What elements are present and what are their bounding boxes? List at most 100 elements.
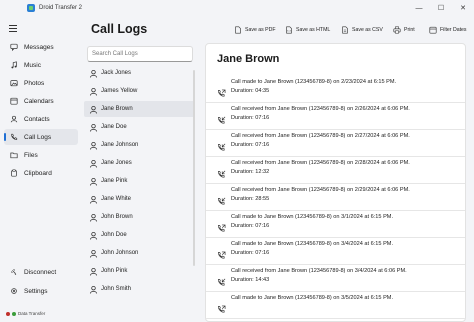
message-icon [9, 43, 18, 52]
person-icon [89, 87, 98, 96]
contact-name: Jane Doe [101, 124, 127, 130]
contact-list-item[interactable]: James Yellow [84, 83, 195, 99]
nav-item-files[interactable]: Files [4, 147, 78, 163]
hamburger-menu-icon[interactable] [9, 25, 17, 32]
person-icon [89, 195, 98, 204]
person-icon [89, 213, 98, 222]
incoming-call-icon [217, 112, 226, 124]
call-description: Call received from Jane Brown (123456789… [231, 106, 410, 112]
contact-list-item[interactable]: John Brown [84, 209, 195, 225]
window-controls: — ☐ ✕ [408, 0, 474, 16]
connection-status: Data Transfer [6, 311, 45, 316]
contact-list-item[interactable]: John Doe [84, 227, 195, 243]
settings-button[interactable]: Settings [4, 283, 78, 299]
save-html-button[interactable]: Save as HTML [285, 25, 330, 35]
filter-dates-label: Filter Dates [440, 27, 467, 33]
nav-item-calendars[interactable]: Calendars [4, 93, 78, 109]
contact-name: John Pink [101, 268, 128, 274]
call-log-entry: Call received from Jane Brown (123456789… [206, 130, 465, 157]
contact-name: Jane Brown [101, 106, 133, 112]
contact-list-item[interactable]: Jane Johnson [84, 137, 195, 153]
calendar-icon [9, 97, 18, 106]
app-logo-icon [27, 4, 35, 12]
contact-name: Jane Jones [101, 160, 132, 166]
save-pdf-label: Save as PDF [245, 27, 276, 33]
nav-item-clipboard[interactable]: Clipboard [4, 165, 78, 181]
pdf-icon [234, 26, 242, 34]
close-button[interactable]: ✕ [452, 0, 474, 16]
call-duration: Duration: 07:16 [231, 142, 270, 148]
call-description: Call received from Jane Brown (123456789… [231, 160, 410, 166]
contact-list-item[interactable]: Jane Jones [84, 155, 195, 171]
contact-name-heading: Jane Brown [217, 53, 280, 65]
contact-list-item[interactable]: Jane Pink [84, 173, 195, 189]
call-description: Call made to Jane Brown (123456789-8) on… [231, 295, 394, 301]
call-log-entry: Call made to Jane Brown (123456789-8) on… [206, 238, 465, 265]
print-button[interactable]: Print [393, 25, 415, 35]
clipboard-icon [9, 169, 18, 178]
contact-name: John Doe [101, 232, 127, 238]
maximize-button[interactable]: ☐ [430, 0, 452, 16]
nav-label: Clipboard [24, 169, 52, 177]
filter-dates-button[interactable]: Filter Dates [429, 25, 467, 35]
incoming-call-icon [217, 274, 226, 286]
contact-name: John Johnson [101, 250, 139, 256]
person-icon [89, 285, 98, 294]
save-pdf-button[interactable]: Save as PDF [234, 25, 276, 35]
photo-icon [9, 79, 18, 88]
contact-list-item[interactable]: John Smith [84, 281, 195, 297]
person-icon [89, 267, 98, 276]
call-duration: Duration: 04:35 [231, 88, 270, 94]
call-log-entry: Call received from Jane Brown (123456789… [206, 103, 465, 130]
nav-label: Call Logs [24, 133, 52, 141]
contacts-icon [9, 115, 18, 124]
contact-list-item[interactable]: Jack Jones [84, 65, 195, 81]
outgoing-call-icon [217, 301, 226, 313]
person-icon [89, 249, 98, 258]
minimize-button[interactable]: — [408, 0, 430, 16]
nav-item-music[interactable]: Music [4, 57, 78, 73]
save-csv-label: Save as CSV [352, 27, 383, 33]
call-log-entry: Call received from Jane Brown (123456789… [206, 184, 465, 211]
contact-list-item[interactable]: Jane Brown [84, 101, 195, 117]
contact-name: Jane Johnson [101, 142, 139, 148]
calendar-filter-icon [429, 26, 437, 34]
call-description: Call received from Jane Brown (123456789… [231, 268, 407, 274]
contact-name: Jane Pink [101, 178, 128, 184]
disconnect-label: Disconnect [24, 268, 57, 276]
person-icon [89, 141, 98, 150]
person-icon [89, 105, 98, 114]
call-duration: Duration: 12:32 [231, 169, 270, 175]
music-icon [9, 61, 18, 70]
nav-label: Calendars [24, 97, 54, 105]
contact-list-item[interactable]: Jane White [84, 191, 195, 207]
html-icon [285, 26, 293, 34]
search-input[interactable]: Search Call Logs [87, 46, 193, 62]
save-csv-button[interactable]: Save as CSV [341, 25, 383, 35]
disconnect-icon [9, 268, 18, 277]
nav-item-messages[interactable]: Messages [4, 39, 78, 55]
gear-icon [9, 287, 18, 296]
contact-list-scrollbar[interactable] [193, 70, 195, 266]
app-title: Droid Transfer 2 [39, 5, 83, 11]
nav-item-call-logs[interactable]: Call Logs [4, 129, 78, 145]
save-html-label: Save as HTML [296, 27, 331, 33]
contact-list-item[interactable]: Jane Doe [84, 119, 195, 135]
phone-icon [9, 133, 18, 142]
disconnect-button[interactable]: Disconnect [4, 264, 78, 280]
nav-item-contacts[interactable]: Contacts [4, 111, 78, 127]
call-log-entry: Call received from Jane Brown (123456789… [206, 265, 465, 292]
call-description: Call made to Jane Brown (123456789-8) on… [231, 241, 394, 247]
nav-label: Contacts [24, 115, 50, 123]
call-log-entry: Call made to Jane Brown (123456789-8) on… [206, 292, 465, 319]
call-log-entry: Call made to Jane Brown (123456789-8) on… [206, 76, 465, 103]
call-duration: Duration: 07:16 [231, 115, 270, 121]
page-title: Call Logs [91, 22, 148, 36]
outgoing-call-icon [217, 220, 226, 232]
contact-list-item[interactable]: John Johnson [84, 245, 195, 261]
nav-item-photos[interactable]: Photos [4, 75, 78, 91]
contact-name: John Brown [101, 214, 133, 220]
contact-list-item[interactable]: John Pink [84, 263, 195, 279]
person-icon [89, 159, 98, 168]
contact-name: Jane White [101, 196, 132, 202]
